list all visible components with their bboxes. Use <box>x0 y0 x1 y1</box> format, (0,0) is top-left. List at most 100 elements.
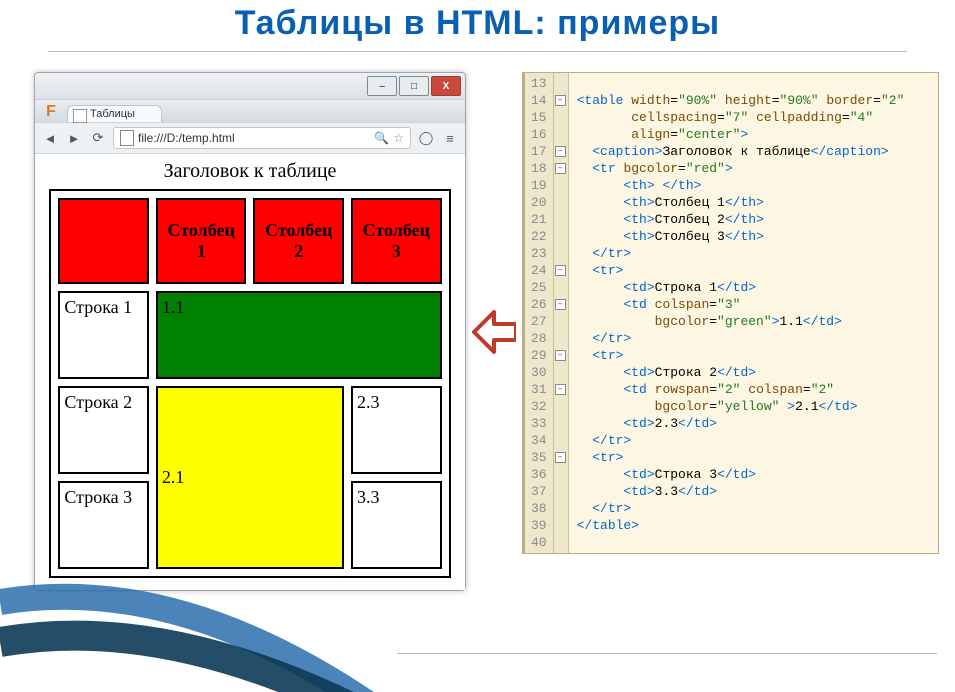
line-number: 36 <box>531 466 547 483</box>
line-number: 15 <box>531 109 547 126</box>
line-number: 16 <box>531 126 547 143</box>
code-line: </tr> <box>577 432 905 449</box>
tab-label: Таблицы <box>90 108 135 120</box>
tab-bar: F Таблицы <box>35 100 465 122</box>
code-line: cellspacing="7" cellpadding="4" <box>577 109 905 126</box>
code-line: <tr> <box>577 262 905 279</box>
opera-icon[interactable]: ◯ <box>417 129 435 147</box>
code-line: align="center"> <box>577 126 905 143</box>
cell-3-3: 3.3 <box>351 481 442 569</box>
example-table: Столбец 1 Столбец 2 Столбец 3 Строка 1 1… <box>49 189 450 578</box>
code-line: <td>3.3</td> <box>577 483 905 500</box>
footer-rule <box>397 653 937 654</box>
forward-icon[interactable]: ► <box>65 129 83 147</box>
line-number-gutter: 1314151617181920212223242526272829303132… <box>525 73 554 553</box>
line-number: 17 <box>531 143 547 160</box>
code-body: <table width="90%" height="90%" border="… <box>569 73 913 553</box>
slide-title: Таблицы в HTML: примеры <box>0 4 955 43</box>
row2-label: Строка 2 <box>58 386 149 474</box>
line-number: 34 <box>531 432 547 449</box>
line-number: 39 <box>531 517 547 534</box>
code-line: <td>2.3</td> <box>577 415 905 432</box>
code-line: <th>Столбец 3</th> <box>577 228 905 245</box>
line-number: 18 <box>531 160 547 177</box>
header-col3: Столбец 3 <box>351 198 442 284</box>
code-line: <caption>Заголовок к таблице</caption> <box>577 143 905 160</box>
line-number: 33 <box>531 415 547 432</box>
line-number: 23 <box>531 245 547 262</box>
line-number: 26 <box>531 296 547 313</box>
code-line <box>577 534 905 551</box>
fold-toggle[interactable]: – <box>555 384 566 395</box>
window-minimize-button[interactable]: – <box>367 76 397 96</box>
window-close-button[interactable]: X <box>431 76 461 96</box>
fold-toggle[interactable]: – <box>555 146 566 157</box>
code-line: </tr> <box>577 330 905 347</box>
browser-logo-icon: F <box>41 102 61 122</box>
header-col1: Столбец 1 <box>156 198 247 284</box>
code-line: <th>Столбец 2</th> <box>577 211 905 228</box>
code-line: <tr bgcolor="red"> <box>577 160 905 177</box>
table-caption: Заголовок к таблице <box>41 160 459 183</box>
line-number: 20 <box>531 194 547 211</box>
code-line: <th>Столбец 1</th> <box>577 194 905 211</box>
fold-toggle[interactable]: – <box>555 350 566 361</box>
cell-2-3: 2.3 <box>351 386 442 474</box>
code-line: </tr> <box>577 500 905 517</box>
header-col2: Столбец 2 <box>253 198 344 284</box>
line-number: 37 <box>531 483 547 500</box>
header-row: Столбец 1 Столбец 2 Столбец 3 <box>58 198 441 284</box>
browser-tab[interactable]: Таблицы <box>67 105 162 122</box>
code-line: <td>Строка 3</td> <box>577 466 905 483</box>
code-line: <td>Строка 1</td> <box>577 279 905 296</box>
line-number: 38 <box>531 500 547 517</box>
window-titlebar: – □ X <box>35 73 465 100</box>
code-line: </tr> <box>577 245 905 262</box>
menu-icon[interactable]: ≡ <box>441 129 459 147</box>
line-number: 25 <box>531 279 547 296</box>
url-text: file:///D:/temp.html <box>138 131 235 145</box>
row-1: Строка 1 1.1 <box>58 291 441 379</box>
code-line: <table width="90%" height="90%" border="… <box>577 92 905 109</box>
code-line: <td>Строка 2</td> <box>577 364 905 381</box>
code-line: </table> <box>577 517 905 534</box>
line-number: 19 <box>531 177 547 194</box>
code-line: <tr> <box>577 449 905 466</box>
fold-toggle[interactable]: – <box>555 95 566 106</box>
code-line: bgcolor="yellow" >2.1</td> <box>577 398 905 415</box>
line-number: 24 <box>531 262 547 279</box>
code-line: bgcolor="green">1.1</td> <box>577 313 905 330</box>
line-number: 40 <box>531 534 547 551</box>
code-line: <th> </th> <box>577 177 905 194</box>
browser-window: – □ X F Таблицы ◄ ► ⟳ file:///D:/temp.ht… <box>34 72 466 591</box>
address-input[interactable]: file:///D:/temp.html 🔍 ☆ <box>113 127 411 149</box>
search-icon[interactable]: 🔍 <box>374 131 389 145</box>
window-maximize-button[interactable]: □ <box>399 76 429 96</box>
line-number: 30 <box>531 364 547 381</box>
code-editor: 1314151617181920212223242526272829303132… <box>522 72 939 554</box>
line-number: 35 <box>531 449 547 466</box>
star-icon[interactable]: ☆ <box>393 131 404 145</box>
line-number: 28 <box>531 330 547 347</box>
reload-icon[interactable]: ⟳ <box>89 129 107 147</box>
fold-toggle[interactable]: – <box>555 452 566 463</box>
code-line: <tr> <box>577 347 905 364</box>
fold-toggle[interactable]: – <box>555 163 566 174</box>
row-2: Строка 2 2.1 2.3 <box>58 386 441 474</box>
code-line <box>577 75 905 92</box>
fold-toggle[interactable]: – <box>555 299 566 310</box>
line-number: 22 <box>531 228 547 245</box>
line-number: 27 <box>531 313 547 330</box>
line-number: 13 <box>531 75 547 92</box>
decorative-swoosh <box>0 562 380 692</box>
row3-label: Строка 3 <box>58 481 149 569</box>
back-icon[interactable]: ◄ <box>41 129 59 147</box>
line-number: 32 <box>531 398 547 415</box>
rendered-page: Заголовок к таблице Столбец 1 Столбец 2 … <box>35 154 465 590</box>
code-line: <td rowspan="2" colspan="2" <box>577 381 905 398</box>
line-number: 14 <box>531 92 547 109</box>
cell-2-1: 2.1 <box>156 386 344 569</box>
fold-toggle[interactable]: – <box>555 265 566 276</box>
address-bar-row: ◄ ► ⟳ file:///D:/temp.html 🔍 ☆ ◯ ≡ <box>35 122 465 154</box>
cell-1-1: 1.1 <box>156 291 442 379</box>
